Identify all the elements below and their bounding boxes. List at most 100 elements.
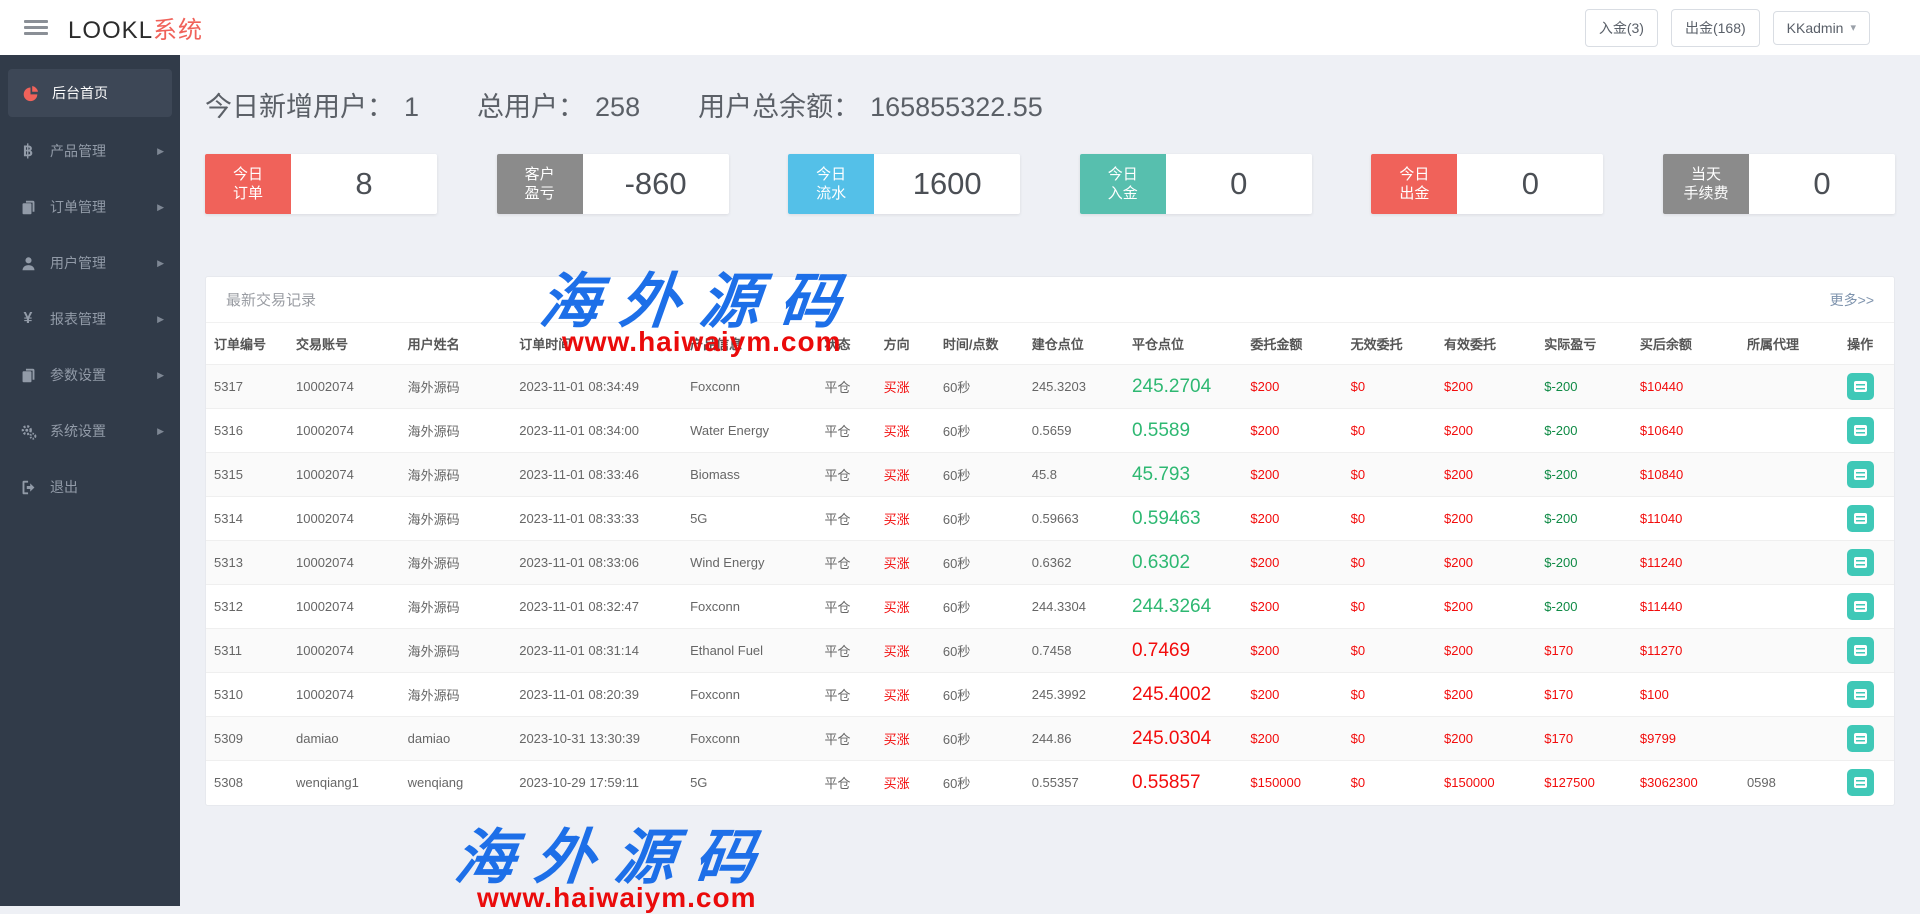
list-icon bbox=[1854, 601, 1868, 612]
table-cell-id: 5313 bbox=[206, 540, 288, 585]
card-value: 0 bbox=[1230, 166, 1248, 201]
table-cell-direction: 买涨 bbox=[875, 760, 935, 805]
table-cell-valid: $200 bbox=[1436, 364, 1537, 409]
table-cell-product: Foxconn bbox=[682, 672, 817, 717]
table-cell-action bbox=[1839, 672, 1894, 717]
chevron-right-icon: ▶ bbox=[157, 369, 164, 380]
sidebar-item-label: 产品管理 bbox=[50, 143, 106, 159]
table-cell-valid: $200 bbox=[1436, 584, 1537, 629]
order-detail-button[interactable] bbox=[1847, 593, 1875, 620]
table-cell-name: 海外源码 bbox=[399, 540, 512, 585]
yen-icon: ¥ bbox=[23, 310, 33, 327]
sidebar-item-label: 订单管理 bbox=[50, 199, 106, 215]
bitcoin-icon: ฿ bbox=[22, 143, 34, 160]
deposit-button[interactable]: 入金(3) bbox=[1584, 8, 1658, 47]
column-header-open: 建仓点位 bbox=[1031, 337, 1084, 352]
sidebar-item-label: 用户管理 bbox=[50, 255, 106, 271]
sidebar-item-label: 系统设置 bbox=[50, 423, 106, 439]
table-row: 5313 10002074 海外源码 2023-11-01 08:33:06 Wind … bbox=[206, 540, 1894, 585]
table-cell-amount: $150000 bbox=[1242, 760, 1343, 805]
table-cell-valid: $200 bbox=[1436, 540, 1537, 585]
sidebar-item-reports[interactable]: ¥ 报表管理 ▶ bbox=[0, 291, 180, 347]
table-cell-balance: $11040 bbox=[1631, 496, 1739, 541]
table-cell-account: 10002074 bbox=[288, 408, 400, 453]
table-cell-action bbox=[1839, 408, 1894, 453]
table-cell-time: 2023-11-01 08:33:46 bbox=[511, 452, 683, 497]
order-detail-button[interactable] bbox=[1847, 725, 1875, 752]
stat-label: 今日新增用户： bbox=[205, 92, 394, 122]
table-cell-invalid: $0 bbox=[1342, 760, 1436, 805]
table-cell-valid: $200 bbox=[1436, 496, 1537, 541]
table-cell-product: Foxconn bbox=[682, 364, 817, 409]
table-cell-open: 244.3304 bbox=[1023, 584, 1124, 629]
table-cell-close: 245.4002 bbox=[1123, 672, 1243, 717]
sidebar-item-users[interactable]: 用户管理 ▶ bbox=[0, 235, 180, 291]
sidebar-item-settings[interactable]: 系统设置 ▶ bbox=[0, 403, 180, 459]
stat-value: 258 bbox=[595, 92, 641, 122]
list-icon bbox=[1854, 733, 1868, 744]
table-cell-direction: 买涨 bbox=[875, 540, 935, 585]
table-row: 5315 10002074 海外源码 2023-11-01 08:33:46 Bioma… bbox=[206, 452, 1894, 497]
table-row: 5308 wenqiang1 wenqiang 2023-10-29 17:59:11… bbox=[206, 760, 1894, 805]
table-cell-amount: $200 bbox=[1242, 672, 1343, 717]
order-detail-button[interactable] bbox=[1847, 417, 1875, 444]
more-link[interactable]: 更多>> bbox=[1830, 290, 1874, 310]
table-cell-invalid: $0 bbox=[1342, 496, 1436, 541]
column-header-status: 状态 bbox=[824, 337, 851, 352]
sidebar-item-params[interactable]: 参数设置 ▶ bbox=[0, 347, 180, 403]
table-cell-profit: $170 bbox=[1536, 716, 1632, 761]
order-detail-button[interactable] bbox=[1847, 505, 1875, 532]
table-cell-agent bbox=[1738, 628, 1840, 673]
table-cell-amount: $200 bbox=[1242, 364, 1343, 409]
topbar: LOOKL系统 入金(3) 出金(168) KKadmin ▾ bbox=[0, 0, 1920, 55]
topbar-actions: 入金(3) 出金(168) KKadmin ▾ bbox=[1584, 8, 1870, 47]
card-today-orders: 今日 订单 8 bbox=[205, 154, 437, 214]
column-header-name: 用户姓名 bbox=[407, 337, 460, 352]
list-icon bbox=[1854, 777, 1868, 789]
table-cell-name: 海外源码 bbox=[399, 408, 512, 453]
table-cell-action bbox=[1839, 452, 1894, 497]
table-cell-open: 0.7458 bbox=[1023, 628, 1124, 673]
table-cell-status: 平仓 bbox=[816, 452, 876, 497]
table-cell-open: 0.5659 bbox=[1023, 408, 1124, 453]
table-cell-open: 0.59663 bbox=[1023, 496, 1124, 541]
user-menu-button[interactable]: KKadmin ▾ bbox=[1772, 10, 1870, 45]
table-cell-balance: $10440 bbox=[1631, 364, 1739, 409]
sidebar-item-products[interactable]: ฿ 产品管理 ▶ bbox=[0, 123, 180, 179]
table-cell-product: 5G bbox=[682, 496, 817, 541]
table-cell-product: 5G bbox=[682, 760, 817, 805]
table-cell-status: 平仓 bbox=[816, 540, 876, 585]
order-detail-button[interactable] bbox=[1847, 769, 1875, 797]
order-detail-button[interactable] bbox=[1847, 681, 1875, 708]
sidebar-item-dashboard[interactable]: 后台首页 bbox=[8, 69, 172, 117]
card-label: 今日 入金 bbox=[1079, 154, 1166, 214]
table-cell-valid: $200 bbox=[1436, 672, 1537, 717]
order-detail-button[interactable] bbox=[1847, 461, 1875, 488]
table-cell-close: 245.0304 bbox=[1123, 716, 1243, 761]
withdraw-button[interactable]: 出金(168) bbox=[1670, 8, 1760, 47]
sidebar-item-orders[interactable]: 订单管理 ▶ bbox=[0, 179, 180, 235]
table-cell-invalid: $0 bbox=[1342, 540, 1436, 585]
table-cell-action bbox=[1839, 364, 1894, 409]
order-detail-button[interactable] bbox=[1847, 549, 1875, 576]
order-detail-button[interactable] bbox=[1847, 373, 1875, 400]
table-cell-agent bbox=[1738, 540, 1840, 585]
list-icon bbox=[1854, 645, 1868, 656]
menu-toggle-icon[interactable] bbox=[24, 17, 48, 38]
chevron-down-icon: ▾ bbox=[1850, 22, 1856, 34]
table-row: 5312 10002074 海外源码 2023-11-01 08:32:47 Foxco… bbox=[206, 584, 1894, 629]
order-detail-button[interactable] bbox=[1847, 637, 1875, 664]
table-cell-name: 海外源码 bbox=[399, 452, 512, 497]
params-icon bbox=[16, 367, 40, 384]
table-cell-status: 平仓 bbox=[816, 408, 876, 453]
card-value: 8 bbox=[355, 166, 373, 201]
table-cell-name: 海外源码 bbox=[399, 672, 512, 717]
table-cell-name: 海外源码 bbox=[399, 628, 512, 673]
table-cell-invalid: $0 bbox=[1342, 364, 1436, 409]
table-row: 5310 10002074 海外源码 2023-11-01 08:20:39 Foxco… bbox=[206, 672, 1894, 717]
chevron-right-icon: ▶ bbox=[157, 425, 164, 436]
logo-text: LOOKL bbox=[68, 17, 154, 44]
sidebar-item-logout[interactable]: 退出 bbox=[0, 459, 180, 515]
table-cell-agent bbox=[1738, 584, 1840, 629]
table-cell-duration: 60秒 bbox=[934, 672, 1024, 717]
